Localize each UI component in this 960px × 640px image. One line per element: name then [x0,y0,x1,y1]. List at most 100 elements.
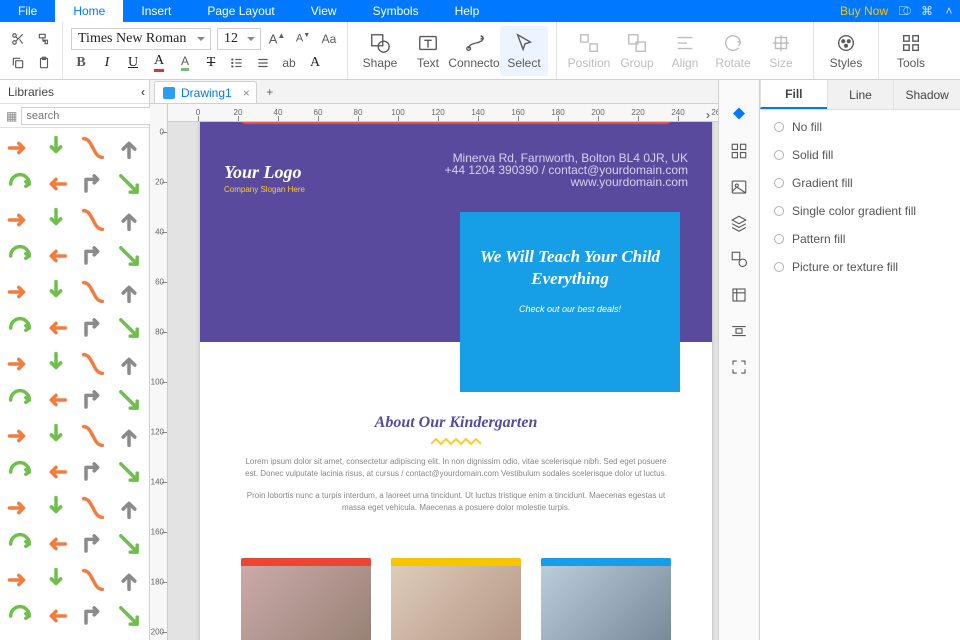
library-arrow-shape[interactable] [112,455,146,489]
library-arrow-shape[interactable] [39,275,73,309]
tab-fill[interactable]: Fill [760,80,827,109]
expand-right-panel-icon[interactable]: ›› [698,107,714,123]
fill-option[interactable]: No fill [774,120,946,134]
library-arrow-shape[interactable] [112,599,146,633]
increase-font-button[interactable]: A▲ [267,29,287,49]
strikethrough-button[interactable]: T [201,53,221,73]
buy-now-link[interactable]: Buy Now [834,0,894,22]
library-arrow-shape[interactable] [39,563,73,597]
library-arrow-shape[interactable] [3,347,37,381]
library-arrow-shape[interactable] [112,275,146,309]
library-arrow-shape[interactable] [3,599,37,633]
library-arrow-shape[interactable] [3,311,37,345]
about-title[interactable]: About Our Kindergarten [240,414,672,432]
library-arrow-shape[interactable] [112,239,146,273]
text-align-button[interactable]: A [305,53,325,73]
library-arrow-shape[interactable] [76,239,110,273]
canvas[interactable]: Your Logo Company Slogan Here Minerva Rd… [168,122,718,640]
library-arrow-shape[interactable] [76,131,110,165]
library-arrow-shape[interactable] [112,131,146,165]
library-arrow-shape[interactable] [3,239,37,273]
library-arrow-shape[interactable] [112,419,146,453]
library-arrow-shape[interactable] [76,347,110,381]
menu-home[interactable]: Home [55,0,123,22]
library-arrow-shape[interactable] [39,383,73,417]
library-arrow-shape[interactable] [76,599,110,633]
library-arrow-shape[interactable] [39,419,73,453]
library-arrow-shape[interactable] [39,239,73,273]
tshirt-icon[interactable]: ⎄ [894,0,916,22]
library-arrow-shape[interactable] [112,167,146,201]
change-case-button[interactable]: Aa [319,29,339,49]
photo-card[interactable] [241,558,371,640]
library-arrow-shape[interactable] [76,563,110,597]
cut-button[interactable] [8,29,28,49]
underline-button[interactable]: U [123,53,143,73]
grid-tool-icon[interactable] [728,140,750,162]
fill-option[interactable]: Solid fill [774,148,946,162]
document-tab[interactable]: Drawing1× [154,81,257,103]
select-button[interactable]: Select [500,26,548,76]
fill-option[interactable]: Picture or texture fill [774,260,946,274]
apps-icon[interactable]: ⌘ [916,0,938,22]
menu-file[interactable]: File [0,0,55,22]
close-tab-icon[interactable]: × [243,86,250,100]
font-color-button[interactable]: A [149,53,169,73]
library-arrow-shape[interactable] [76,527,110,561]
library-arrow-shape[interactable] [39,527,73,561]
copy-button[interactable] [8,53,28,73]
library-arrow-shape[interactable] [39,347,73,381]
tab-shadow[interactable]: Shadow [893,80,960,109]
library-arrow-shape[interactable] [112,347,146,381]
shape-button[interactable]: Shape [356,26,404,76]
fill-tool-icon[interactable] [728,104,750,126]
library-arrow-shape[interactable] [39,131,73,165]
library-arrow-shape[interactable] [76,491,110,525]
library-arrow-shape[interactable] [3,455,37,489]
library-arrow-shape[interactable] [39,455,73,489]
library-arrow-shape[interactable] [3,203,37,237]
menu-symbols[interactable]: Symbols [355,0,437,22]
library-arrow-shape[interactable] [3,491,37,525]
about-paragraph-2[interactable]: Proin lobortis nunc a turpis interdum, a… [240,490,672,514]
library-arrow-shape[interactable] [76,455,110,489]
about-paragraph-1[interactable]: Lorem ipsum dolor sit amet, consectetur … [240,456,672,480]
fill-option[interactable]: Pattern fill [774,232,946,246]
library-arrow-shape[interactable] [112,527,146,561]
clear-format-button[interactable]: ab [279,53,299,73]
shapes-tool-icon[interactable] [728,248,750,270]
library-arrow-shape[interactable] [76,419,110,453]
library-arrow-shape[interactable] [3,563,37,597]
connector-button[interactable]: Connector [452,26,500,76]
tools-button[interactable]: Tools [887,26,935,76]
paste-button[interactable] [34,53,54,73]
library-arrow-shape[interactable] [112,383,146,417]
highlight-button[interactable]: A [175,53,195,73]
library-picker-icon[interactable]: ▦ [6,109,17,123]
distribute-tool-icon[interactable] [728,320,750,342]
library-arrow-shape[interactable] [76,383,110,417]
library-arrow-shape[interactable] [112,311,146,345]
library-arrow-shape[interactable] [76,275,110,309]
italic-button[interactable]: I [97,53,117,73]
hero-card[interactable]: We Will Teach Your Child Everything Chec… [460,212,680,392]
tab-line[interactable]: Line [827,80,894,109]
library-arrow-shape[interactable] [3,131,37,165]
page[interactable]: Your Logo Company Slogan Here Minerva Rd… [200,122,712,640]
library-arrow-shape[interactable] [3,275,37,309]
library-arrow-shape[interactable] [39,491,73,525]
font-size-select[interactable]: 12 [217,28,261,50]
library-arrow-shape[interactable] [39,311,73,345]
fullscreen-tool-icon[interactable] [728,356,750,378]
library-arrow-shape[interactable] [39,167,73,201]
library-arrow-shape[interactable] [3,383,37,417]
font-family-select[interactable]: Times New Roman [71,28,211,50]
bullets-button[interactable] [227,53,247,73]
contact-block[interactable]: Minerva Rd, Farnworth, Bolton BL4 0JR, U… [445,152,688,188]
library-arrow-shape[interactable] [39,203,73,237]
library-arrow-shape[interactable] [112,563,146,597]
new-tab-button[interactable]: + [259,81,281,103]
format-painter-button[interactable] [34,29,54,49]
library-arrow-shape[interactable] [39,599,73,633]
menu-help[interactable]: Help [437,0,498,22]
